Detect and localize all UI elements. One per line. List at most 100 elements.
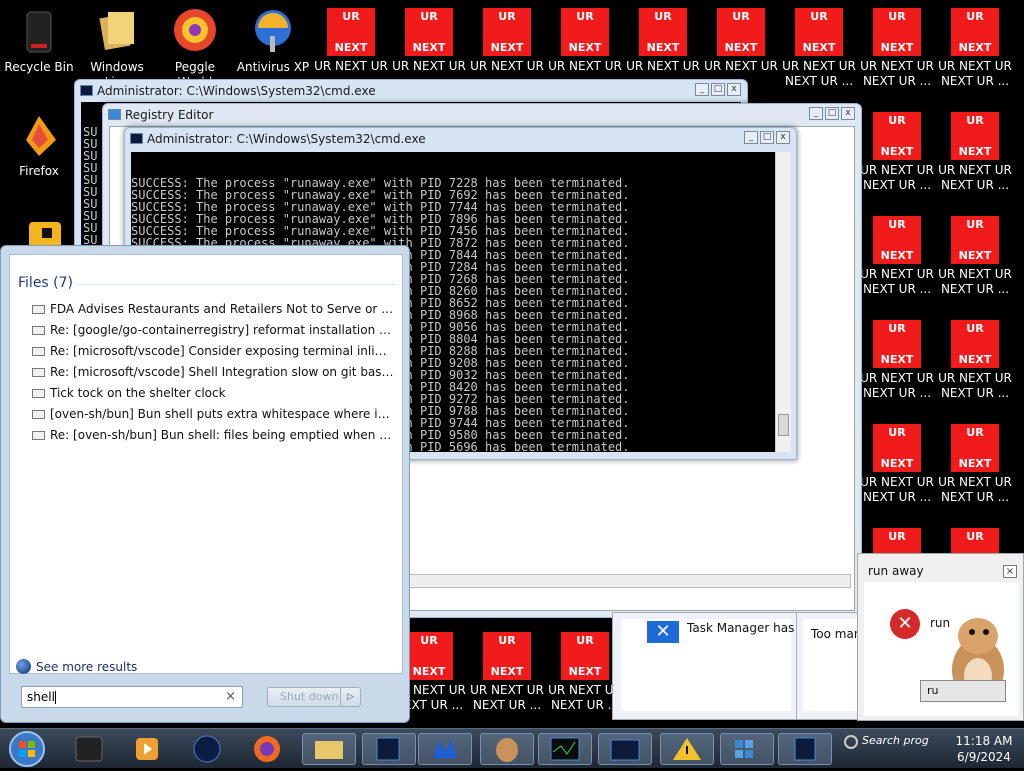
desktop-icon-label: UR NEXT UR (938, 371, 1012, 385)
desktop-icon-label: UR NEXT UR (860, 59, 934, 73)
close-button[interactable]: × (1003, 565, 1017, 578)
desktop-icon-ur-next[interactable]: UR NEXT UR NEXT UR (546, 0, 624, 74)
taskbar-media-player[interactable] (120, 733, 174, 765)
search-result-label: Re: [microsoft/vscode] Consider exposing… (50, 344, 394, 358)
ur-icon-bottom-text: NEXT (880, 145, 914, 158)
ur-icon-bottom-text: NEXT (490, 41, 524, 54)
system-clock[interactable]: 11:18 AM 6/9/2024 (944, 729, 1024, 769)
desktop-icon-antivirus-xp[interactable]: Antivirus XP (234, 0, 312, 75)
ur-icon-bottom-text: NEXT (724, 41, 758, 54)
maximize-button[interactable]: □ (825, 107, 839, 120)
files-category-header[interactable]: Files (7) (18, 275, 397, 291)
too-many-popup[interactable]: Too man (796, 612, 861, 720)
run-away-dialog[interactable]: run away × ✕ run ru (857, 553, 1024, 721)
desktop-icon-ur-next[interactable]: UR NEXT UR NEXT URNEXT UR ... (936, 104, 1014, 193)
taskbar-cmd-1[interactable] (362, 733, 416, 765)
clear-search-button[interactable]: × (225, 687, 236, 707)
desktop-icon-label: UR NEXT UR (782, 59, 856, 73)
minimize-button[interactable]: _ (744, 131, 758, 144)
search-result-item[interactable]: Re: [microsoft/vscode] Consider exposing… (32, 341, 394, 362)
ur-next-icon: UR NEXT (873, 216, 921, 264)
taskbar-app-2[interactable] (180, 733, 234, 765)
close-button[interactable]: x (841, 107, 855, 120)
desktop-icon-ur-next[interactable]: UR NEXT UR NEXT UR (468, 0, 546, 74)
desktop-icon-ur-next[interactable]: UR NEXT UR NEXT URNEXT UR ... (858, 0, 936, 89)
desktop-icon-firefox[interactable]: Firefox (0, 104, 78, 179)
search-result-item[interactable]: Re: [google/go-containerregistry] reform… (32, 320, 394, 341)
desktop-icon-ur-next[interactable]: UR NEXT UR NEXT URNEXT UR ... (858, 104, 936, 193)
taskbar-regedit[interactable] (720, 733, 774, 765)
horizontal-scrollbar[interactable] (409, 574, 851, 588)
minimize-button[interactable]: _ (809, 107, 823, 120)
start-menu[interactable]: Files (7) FDA Advises Restaurants and Re… (0, 245, 410, 723)
taskbar-firefox[interactable] (240, 733, 294, 765)
desktop-icon-windows-live[interactable]: Windows Live (78, 0, 156, 90)
desktop-icon-ur-next[interactable]: UR NEXT UR NEXT URNEXT UR ... (858, 208, 936, 297)
ur-icon-top-text: UR (888, 218, 906, 231)
taskbar: Search prog 11:18 AM 6/9/2024 (0, 728, 1024, 768)
antivirus-xp-icon (248, 6, 298, 56)
close-button[interactable]: x (776, 131, 790, 144)
ur-icon-bottom-text: NEXT (568, 41, 602, 54)
task-manager-popup[interactable]: ✕ Task Manager has b (612, 612, 806, 720)
vertical-scrollbar[interactable] (775, 152, 791, 452)
desktop-icon-label: UR NEXT UR (860, 163, 934, 177)
desktop-icon-peggle-world[interactable]: Peggle World (156, 0, 234, 90)
shutdown-button[interactable]: Shut down ▷ (267, 687, 361, 707)
desktop-icon-ur-next[interactable]: UR NEXT UR NEXT UR (312, 0, 390, 74)
ur-icon-bottom-text: NEXT (646, 41, 680, 54)
ur-icon-bottom-text: NEXT (880, 249, 914, 262)
taskbar-hamster[interactable] (480, 733, 534, 765)
ur-icon-top-text: UR (810, 10, 828, 23)
desktop-icon-ur-next[interactable]: UR NEXT UR NEXT URNEXT UR ... (936, 416, 1014, 505)
taskbar-cmd-3[interactable] (778, 733, 832, 765)
search-result-item[interactable]: FDA Advises Restaurants and Retailers No… (32, 299, 394, 320)
see-more-results-link[interactable]: See more results (16, 658, 137, 676)
windows-live-icon (92, 6, 142, 56)
ur-icon-top-text: UR (342, 10, 360, 23)
recycle-bin-icon (14, 6, 64, 56)
dialog-button[interactable]: ru (920, 680, 1006, 702)
desktop-icon-ur-next[interactable]: UR NEXT UR NEXT URNEXT UR ... (936, 312, 1014, 401)
close-button[interactable]: x (727, 83, 741, 96)
taskbar-monitor[interactable] (538, 733, 592, 765)
search-result-item[interactable]: Re: [oven-sh/bun] Bun shell: files being… (32, 425, 394, 446)
minimize-button[interactable]: _ (695, 83, 709, 96)
task-manager-message: Task Manager has b (687, 621, 806, 635)
email-icon (32, 431, 45, 440)
taskbar-malwarebytes[interactable] (418, 733, 472, 765)
taskbar-search-box[interactable]: Search prog (842, 731, 940, 767)
title-bar[interactable]: Registry Editor (103, 104, 861, 126)
desktop-icon-ur-next[interactable]: UR NEXT UR NEXT URNEXT UR ... (858, 312, 936, 401)
taskbar-warning[interactable] (660, 733, 714, 765)
desktop-icon-ur-next[interactable]: UR NEXT UR NEXT URNEXT UR ... (936, 208, 1014, 297)
start-search-input[interactable]: shell × (21, 686, 243, 708)
maximize-button[interactable]: □ (760, 131, 774, 144)
search-result-item[interactable]: Re: [microsoft/vscode] Shell Integration… (32, 362, 394, 383)
search-result-item[interactable]: [oven-sh/bun] Bun shell puts extra white… (32, 404, 394, 425)
desktop-icon-ur-next[interactable]: UR NEXT UR NEXT UR (624, 0, 702, 74)
ur-icon-bottom-text: NEXT (958, 41, 992, 54)
start-button[interactable] (6, 730, 48, 768)
email-icon (32, 368, 45, 377)
desktop-icon-ur-next[interactable]: UR NEXT UR NEXT URNEXT UR ... (936, 0, 1014, 89)
shutdown-options-arrow[interactable]: ▷ (340, 688, 360, 706)
maximize-button[interactable]: □ (711, 83, 725, 96)
taskbar-explorer[interactable] (302, 733, 356, 765)
desktop-icon-ur-next[interactable]: UR NEXT UR NEXT URNEXT UR ... (468, 624, 546, 713)
search-result-item[interactable]: Tick tock on the shelter clock (32, 383, 394, 404)
desktop-icon-ur-next[interactable]: UR NEXT UR NEXT UR (702, 0, 780, 74)
title-bar[interactable]: Administrator: C:\Windows\System32\cmd.e… (75, 80, 747, 102)
desktop-icon-ur-next[interactable]: UR NEXT UR NEXT URNEXT UR ... (858, 416, 936, 505)
title-bar[interactable]: Administrator: C:\Windows\System32\cmd.e… (125, 128, 796, 150)
desktop-icon-recycle-bin[interactable]: Recycle Bin (0, 0, 78, 75)
window-title: Administrator: C:\Windows\System32\cmd.e… (147, 132, 426, 146)
clock-date: 6/9/2024 (957, 750, 1011, 764)
scrollbar-thumb[interactable] (778, 414, 789, 436)
window-title: Administrator: C:\Windows\System32\cmd.e… (97, 84, 376, 98)
desktop-icon-ur-next[interactable]: UR NEXT UR NEXT URNEXT UR ... (780, 0, 858, 89)
desktop-icon-ur-next[interactable]: UR NEXT UR NEXT UR (390, 0, 468, 74)
email-icon (32, 389, 45, 398)
taskbar-app-1[interactable] (62, 733, 116, 765)
taskbar-cmd-2[interactable] (598, 733, 652, 765)
